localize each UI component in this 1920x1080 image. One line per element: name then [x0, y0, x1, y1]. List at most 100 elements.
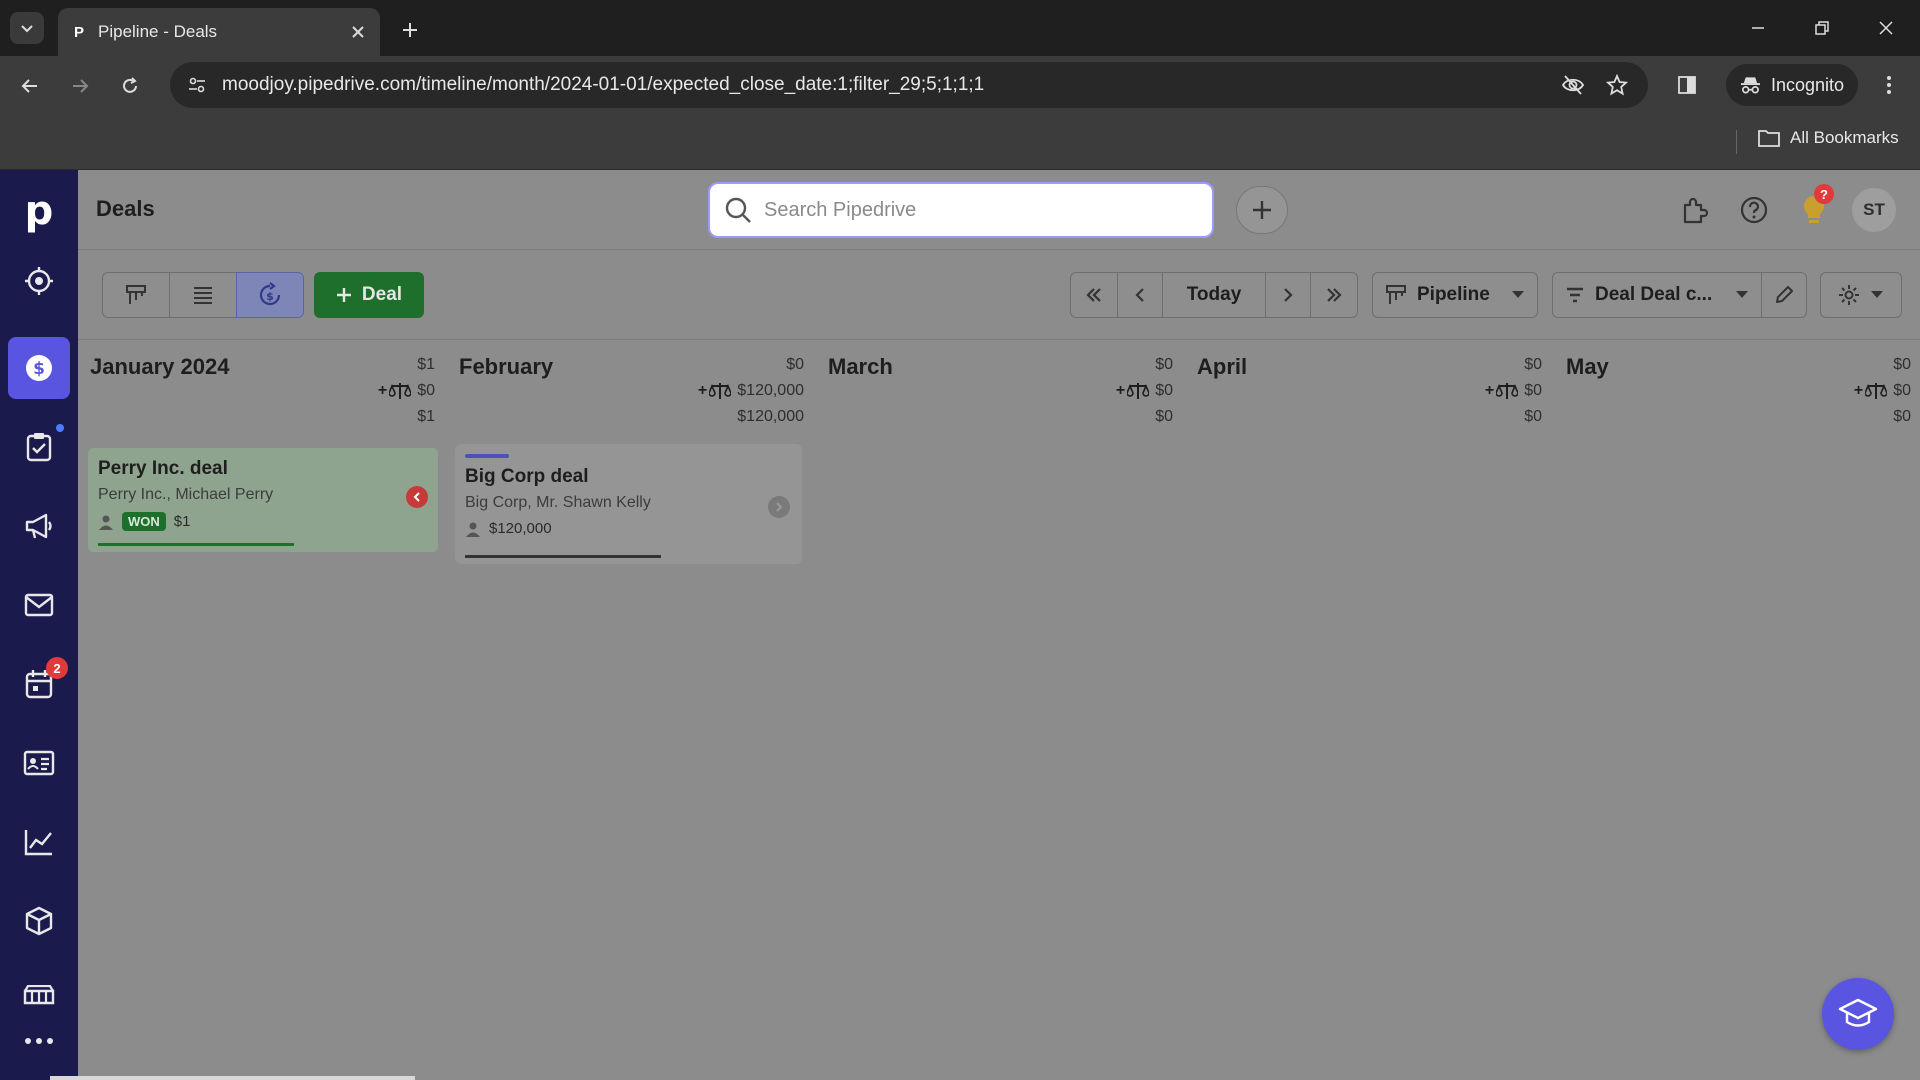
scale-icon — [1865, 383, 1888, 399]
deal-org: Perry Inc., Michael Perry — [98, 486, 274, 503]
jump-back-button[interactable] — [1070, 272, 1118, 318]
incognito-indicator[interactable]: Incognito — [1726, 64, 1858, 106]
jump-forward-button[interactable] — [1310, 272, 1358, 318]
forecast-view-button[interactable]: $ — [236, 272, 304, 318]
month-name: April — [1197, 354, 1248, 379]
reload-button[interactable] — [114, 70, 146, 102]
pencil-icon — [1776, 286, 1793, 303]
plus-icon — [403, 23, 417, 37]
browser-menu-button[interactable] — [1874, 70, 1904, 100]
academy-help-button[interactable] — [1822, 978, 1894, 1050]
sidebar-item-activities[interactable] — [8, 416, 70, 478]
previous-button[interactable] — [1117, 272, 1163, 318]
all-bookmarks-button[interactable]: All Bookmarks — [1758, 128, 1899, 148]
forward-button[interactable] — [64, 70, 96, 102]
sidebar-item-leads[interactable] — [8, 250, 70, 312]
sidebar-item-calendar[interactable]: 2 — [8, 653, 70, 715]
weighted-indicator: + — [1485, 378, 1519, 404]
month-column-january: January 2024 $1 + $0 $1 Perry Inc. deal … — [78, 340, 447, 1080]
month-total: $0 — [1155, 356, 1173, 373]
window-close-button[interactable] — [1870, 14, 1902, 42]
pipeline-dropdown[interactable]: Pipeline — [1372, 272, 1538, 318]
horizontal-scrollbar[interactable] — [50, 1076, 415, 1080]
bookmark-star-icon[interactable] — [1602, 70, 1632, 100]
filter-dropdown[interactable]: Deal Deal c... — [1552, 272, 1762, 318]
caret-down-icon — [1871, 291, 1883, 298]
search-input[interactable] — [764, 198, 1198, 222]
quick-add-button[interactable] — [1236, 186, 1288, 234]
browser-tab-active[interactable]: P Pipeline - Deals — [58, 8, 380, 56]
site-info-icon[interactable] — [186, 74, 208, 96]
sidebar-item-mail[interactable] — [8, 574, 70, 636]
list-view-button[interactable] — [169, 272, 237, 318]
new-tab-button[interactable] — [396, 16, 424, 44]
won-badge: WON — [122, 512, 166, 531]
side-panel-button[interactable] — [1672, 70, 1702, 100]
omnibox[interactable]: moodjoy.pipedrive.com/timeline/month/202… — [170, 62, 1648, 108]
extensions-button[interactable] — [1674, 190, 1714, 230]
help-icon — [1740, 196, 1768, 224]
tab-close-button[interactable] — [348, 22, 368, 42]
deal-value: $120,000 — [489, 520, 552, 537]
month-sum: $120,000 — [737, 408, 804, 425]
deal-progress-bar — [465, 555, 661, 558]
tab-search-button[interactable] — [10, 12, 44, 44]
minimize-button[interactable] — [1742, 14, 1774, 42]
weighted-indicator: + — [378, 378, 412, 404]
add-deal-button[interactable]: Deal — [314, 272, 424, 318]
no-activity-status-icon[interactable] — [768, 496, 790, 518]
month-summary: $0 + $0 $0 — [1485, 352, 1542, 430]
back-button[interactable] — [14, 70, 46, 102]
overdue-status-icon[interactable] — [406, 486, 428, 508]
puzzle-icon — [1683, 197, 1709, 224]
month-name: February — [459, 354, 554, 379]
settings-dropdown[interactable] — [1820, 272, 1902, 318]
restore-button[interactable] — [1806, 14, 1838, 42]
today-button[interactable]: Today — [1162, 272, 1266, 318]
main-sidebar: p $ 2 — [0, 170, 78, 1080]
person-icon — [99, 515, 113, 530]
chart-icon — [24, 830, 52, 856]
box-icon — [25, 906, 53, 936]
list-icon — [194, 287, 212, 304]
deal-card[interactable]: Perry Inc. deal Perry Inc., Michael Perr… — [88, 448, 438, 552]
browser-address-bar: moodjoy.pipedrive.com/timeline/month/202… — [0, 56, 1920, 114]
edit-filter-button[interactable] — [1761, 272, 1807, 318]
next-button[interactable] — [1265, 272, 1311, 318]
browser-tab-bar: P Pipeline - Deals — [0, 0, 1920, 56]
sidebar-item-products[interactable] — [8, 890, 70, 952]
sidebar-item-campaigns[interactable] — [8, 495, 70, 557]
megaphone-icon — [25, 513, 52, 539]
deal-card[interactable]: Big Corp deal Big Corp, Mr. Shawn Kelly … — [455, 444, 802, 564]
sidebar-item-contacts[interactable] — [8, 732, 70, 794]
month-sum: $1 — [417, 408, 435, 425]
graduation-cap-icon — [1838, 998, 1878, 1027]
month-column-march: March $0 + $0 $0 — [816, 340, 1185, 1080]
sidebar-activity-dot — [56, 424, 64, 432]
pipedrive-logo[interactable]: p — [16, 188, 62, 234]
restore-icon — [1815, 21, 1829, 35]
chevron-down-icon — [21, 25, 33, 33]
month-summary: $1 + $0 $1 — [378, 352, 435, 430]
help-button[interactable] — [1734, 190, 1774, 230]
bookmarks-bar: All Bookmarks — [0, 114, 1920, 170]
pipeline-view-button[interactable] — [102, 272, 170, 318]
month-summary: $0 + $120,000 $120,000 — [698, 352, 804, 430]
user-avatar[interactable]: ST — [1852, 188, 1896, 232]
minimize-icon — [1752, 27, 1764, 29]
chevron-left-icon — [1135, 288, 1144, 302]
sidebar-item-more[interactable] — [8, 1010, 70, 1072]
weighted-value: $120,000 — [737, 382, 804, 399]
month-column-may: May $0 + $0 $0 — [1554, 340, 1920, 1080]
incognito-label: Incognito — [1770, 74, 1844, 95]
marketplace-icon — [23, 985, 55, 1005]
eye-off-icon[interactable] — [1558, 70, 1588, 100]
weighted-prefix: + — [697, 382, 708, 399]
pipedrive-app: p $ 2 Deals Search Pipedrive ? ST $ Deal… — [0, 170, 1920, 1080]
sidebar-item-deals[interactable]: $ — [8, 337, 70, 399]
tips-button[interactable]: ? — [1794, 184, 1834, 230]
caret-down-icon — [1512, 291, 1524, 298]
search-box[interactable] — [708, 182, 1214, 238]
sidebar-item-insights[interactable] — [8, 811, 70, 873]
month-sum: $0 — [1155, 408, 1173, 425]
